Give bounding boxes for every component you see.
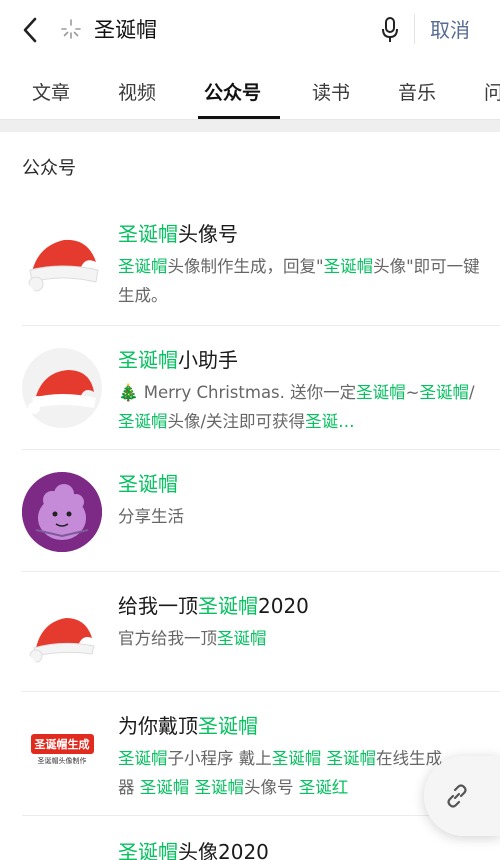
avatar: [22, 592, 102, 672]
avatar: [22, 222, 102, 302]
cartoon-character-icon: [22, 472, 102, 552]
active-tab-indicator: [198, 116, 280, 119]
account-description: 分享生活: [118, 507, 184, 526]
avatar: [22, 472, 102, 552]
santa-hat-icon: [22, 222, 102, 302]
account-description: 圣诞帽头像制作生成，回复"圣诞帽头像"即可一键生成。: [118, 257, 480, 305]
avatar-logo-subtext: 圣诞帽头像制作: [37, 757, 87, 765]
account-description: 🎄 Merry Christmas. 送你一定圣诞帽~圣诞帽/圣诞帽头像/关注即…: [118, 383, 475, 431]
avatar: 圣诞帽生成 圣诞帽头像制作: [22, 710, 102, 790]
account-result[interactable]: 圣诞帽头像2020: [0, 816, 500, 860]
chevron-left-icon: [23, 17, 37, 43]
santa-hat-icon: [22, 592, 102, 672]
voice-input-button[interactable]: [378, 14, 402, 46]
tab-qa[interactable]: 问: [484, 78, 500, 105]
category-tabs: 文章 视频 公众号 读书 音乐 问: [0, 60, 500, 120]
back-button[interactable]: [14, 12, 46, 48]
section-gap: [0, 120, 500, 132]
account-name: 圣诞帽头像2020: [118, 840, 269, 860]
account-description: 圣诞帽子小程序 戴上圣诞帽 圣诞帽在线生成器 圣诞帽 圣诞帽头像号 圣诞红: [118, 749, 442, 797]
account-name: 圣诞帽: [118, 472, 178, 496]
cancel-button[interactable]: 取消: [430, 12, 470, 48]
tab-books[interactable]: 读书: [312, 78, 350, 105]
tab-articles[interactable]: 文章: [32, 78, 70, 105]
sparkle-icon: [61, 19, 81, 39]
account-name: 为你戴顶圣诞帽: [118, 714, 258, 738]
account-result[interactable]: 圣诞帽小助手 🎄 Merry Christmas. 送你一定圣诞帽~圣诞帽/圣诞…: [0, 326, 500, 450]
account-name: 给我一顶圣诞帽2020: [118, 594, 309, 618]
tab-official-accounts[interactable]: 公众号: [204, 78, 261, 105]
floating-link-button[interactable]: [424, 756, 500, 836]
avatar: [22, 348, 102, 428]
account-name: 圣诞帽小助手: [118, 348, 238, 372]
account-description: 官方给我一顶圣诞帽: [118, 629, 267, 648]
search-bar: 圣诞帽 取消: [0, 0, 500, 60]
account-name: 圣诞帽头像号: [118, 222, 238, 246]
account-result[interactable]: 圣诞帽头像号 圣诞帽头像制作生成，回复"圣诞帽头像"即可一键生成。: [0, 200, 500, 326]
section-title: 公众号: [22, 158, 76, 179]
account-result[interactable]: 给我一顶圣诞帽2020 官方给我一顶圣诞帽: [0, 572, 500, 692]
avatar-logo-text: 圣诞帽生成: [30, 734, 94, 754]
divider: [414, 14, 415, 44]
santa-hat-icon: [28, 370, 96, 414]
tab-videos[interactable]: 视频: [118, 78, 156, 105]
account-result[interactable]: 圣诞帽 分享生活: [0, 450, 500, 572]
link-icon: [447, 784, 467, 808]
search-input[interactable]: 圣诞帽: [94, 12, 157, 48]
tab-music[interactable]: 音乐: [398, 78, 436, 105]
microphone-icon: [382, 17, 398, 42]
